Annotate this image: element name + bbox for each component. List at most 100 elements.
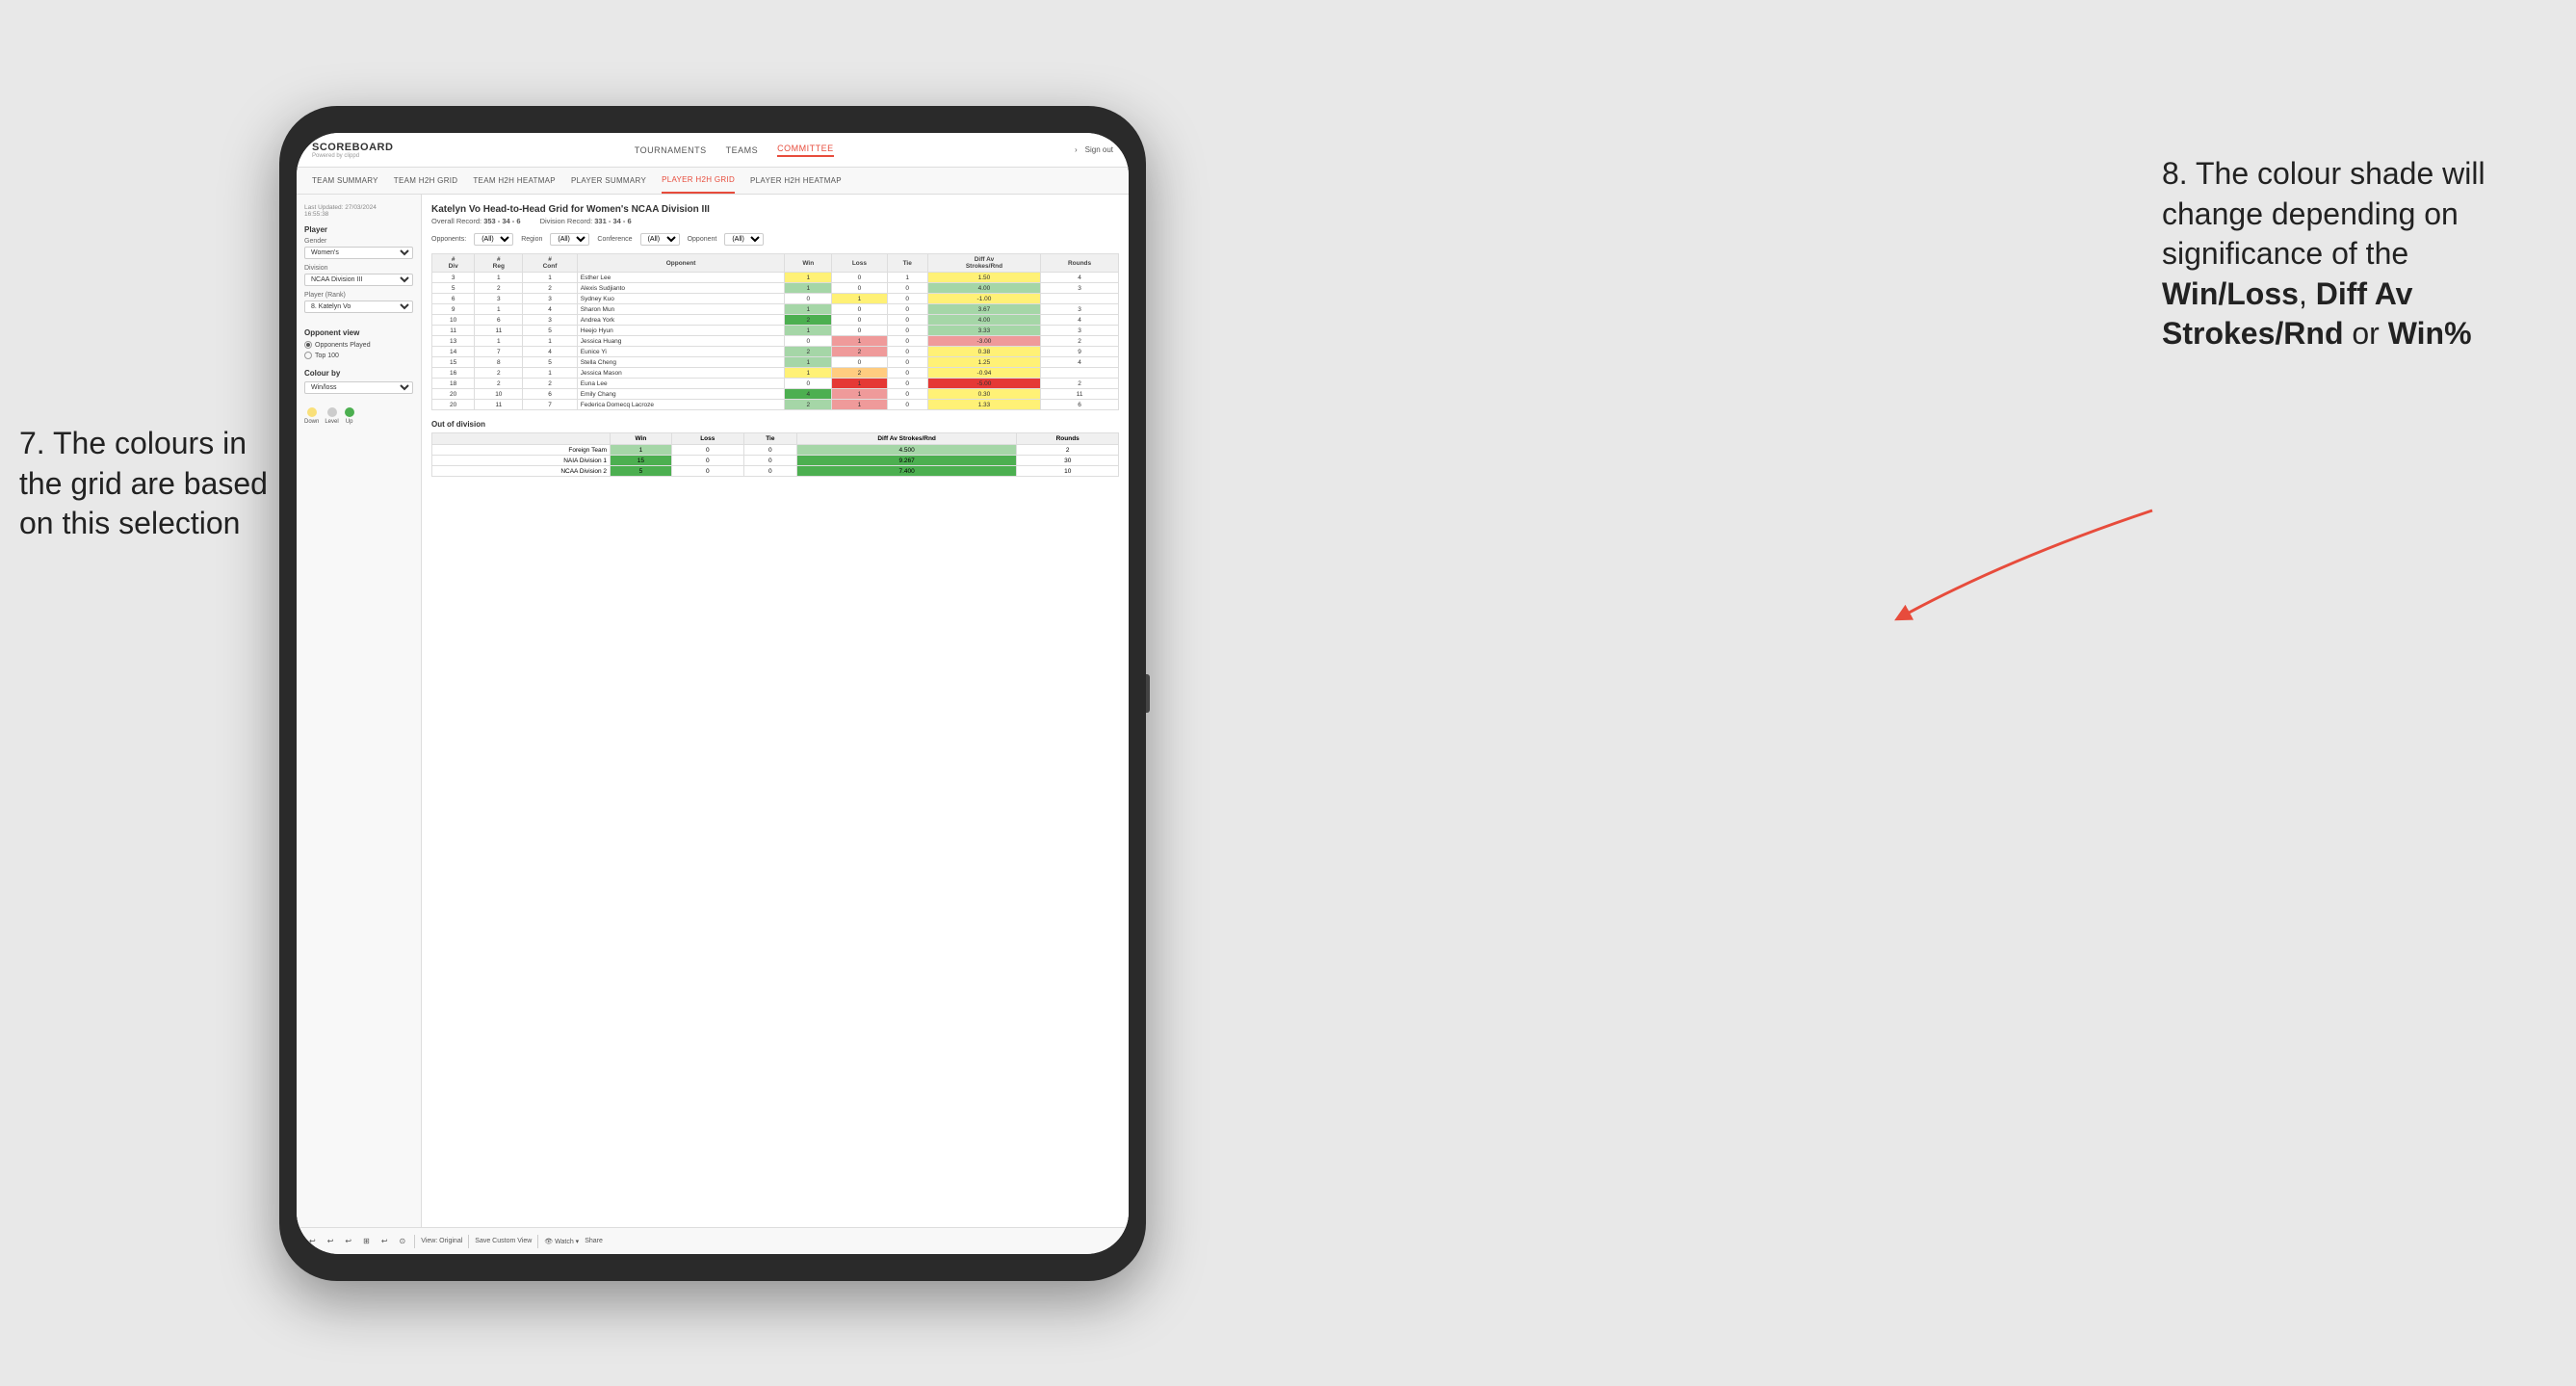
overall-record: Overall Record: 353 - 34 - 6: [431, 217, 521, 225]
table-row: 1621Jessica Mason120-0.94: [432, 368, 1119, 379]
sidebar-division-select[interactable]: NCAA Division III: [304, 274, 413, 286]
table-row: 20117Federica Domecq Lacroze2101.336: [432, 400, 1119, 410]
conference-select[interactable]: (All): [640, 233, 680, 246]
step-back-btn[interactable]: ↩: [342, 1236, 354, 1246]
records-row: Overall Record: 353 - 34 - 6 Division Re…: [431, 217, 1119, 225]
subnav-player-h2h-heatmap[interactable]: PLAYER H2H HEATMAP: [750, 168, 842, 194]
table-row: 633Sydney Kuo010-1.00: [432, 294, 1119, 304]
col-div: #Div: [432, 254, 475, 273]
col-conf: #Conf: [523, 254, 577, 273]
opponents-select[interactable]: (All): [474, 233, 513, 246]
opponent-filter-select[interactable]: (All): [724, 233, 764, 246]
filter-row: Opponents: (All) Region (All) Conference…: [431, 233, 1119, 246]
subnav-team-h2h-grid[interactable]: TEAM H2H GRID: [394, 168, 458, 194]
col-opponent: Opponent: [577, 254, 785, 273]
sidebar-timestamp: Last Updated: 27/03/2024 16:55:38: [304, 204, 413, 218]
app-header: SCOREBOARD Powered by clippd TOURNAMENTS…: [297, 133, 1129, 168]
save-custom-btn[interactable]: Save Custom View: [475, 1238, 532, 1244]
redo-btn[interactable]: ↩: [325, 1236, 337, 1246]
table-row: 11115Heejo Hyun1003.333: [432, 326, 1119, 336]
watch-btn[interactable]: 👁 Watch ▾: [544, 1238, 579, 1245]
sidebar-player-rank-select[interactable]: 8. Katelyn Vo: [304, 301, 413, 313]
table-row: 311Esther Lee1011.504: [432, 273, 1119, 283]
table-header-row: #Div #Reg #Conf Opponent Win Loss Tie Di…: [432, 254, 1119, 273]
legend-dot-level: [327, 407, 337, 417]
table-row: 522Alexis Sudjianto1004.003: [432, 283, 1119, 294]
opponent-filter-label: Opponent: [688, 236, 717, 243]
nav-tournaments[interactable]: TOURNAMENTS: [635, 145, 707, 155]
colour-by-section: Colour by Win/loss: [304, 369, 413, 400]
sidebar-gender-label: Gender: [304, 238, 413, 245]
nav-committee[interactable]: COMMITTEE: [777, 144, 834, 157]
radio-dot-played: [304, 341, 312, 349]
legend-dot-down: [307, 407, 317, 417]
subnav-team-summary[interactable]: TEAM SUMMARY: [312, 168, 378, 194]
arrow-right: [1892, 501, 2162, 626]
sidebar-division-label: Division: [304, 265, 413, 272]
table-row: 1063Andrea York2004.004: [432, 315, 1119, 326]
sign-out-link[interactable]: Sign out: [1085, 145, 1113, 154]
legend-down: Down: [304, 407, 319, 425]
undo-btn[interactable]: ↩: [306, 1236, 319, 1246]
sign-in-icon: ›: [1075, 145, 1078, 154]
tablet-screen: SCOREBOARD Powered by clippd TOURNAMENTS…: [297, 133, 1129, 1254]
sidebar-player-rank-label: Player (Rank): [304, 292, 413, 299]
col-win: Win: [785, 254, 832, 273]
table-row: 1311Jessica Huang010-3.002: [432, 336, 1119, 347]
sidebar-player-title: Player: [304, 225, 413, 234]
legend-up: Up: [345, 407, 354, 425]
tablet-button: [1146, 674, 1150, 713]
colour-by-select[interactable]: Win/loss: [304, 381, 413, 394]
region-select[interactable]: (All): [550, 233, 589, 246]
radio-top100[interactable]: Top 100: [304, 352, 413, 359]
opponent-view-section: Opponent view Opponents Played Top 100: [304, 328, 413, 359]
toolbar-divider-2: [468, 1235, 469, 1248]
main-content: Last Updated: 27/03/2024 16:55:38 Player…: [297, 195, 1129, 1227]
logo-area: SCOREBOARD Powered by clippd: [312, 142, 393, 159]
legend: Down Level Up: [304, 407, 413, 425]
subnav-team-h2h-heatmap[interactable]: TEAM H2H HEATMAP: [473, 168, 556, 194]
toolbar-divider-1: [414, 1235, 415, 1248]
logo: SCOREBOARD Powered by clippd: [312, 142, 393, 159]
annotation-right: 8. The colour shade will change dependin…: [2162, 154, 2547, 354]
view-original-btn[interactable]: View: Original: [421, 1238, 462, 1244]
legend-level: Level: [325, 407, 338, 425]
subnav-player-h2h-grid[interactable]: PLAYER H2H GRID: [662, 168, 735, 194]
col-loss: Loss: [832, 254, 887, 273]
radio-opponents-played[interactable]: Opponents Played: [304, 341, 413, 349]
col-diff: Diff AvStrokes/Rnd: [927, 254, 1040, 273]
legend-dot-up: [345, 407, 354, 417]
sidebar-gender-select[interactable]: Women's: [304, 247, 413, 259]
nav-links: TOURNAMENTS TEAMS COMMITTEE: [635, 144, 834, 157]
col-rounds: Rounds: [1041, 254, 1119, 273]
grid-title: Katelyn Vo Head-to-Head Grid for Women's…: [431, 204, 1119, 215]
table-row: 914Sharon Mun1003.673: [432, 304, 1119, 315]
toolbar-divider-3: [537, 1235, 538, 1248]
history-btn[interactable]: ⊙: [397, 1236, 409, 1246]
division-record: Division Record: 331 - 34 - 6: [540, 217, 632, 225]
copy-btn[interactable]: ⊞: [360, 1236, 373, 1246]
header-right: › Sign out: [1075, 145, 1113, 154]
out-of-div-row: NCAA Division 25007.40010: [432, 466, 1119, 477]
nav-teams[interactable]: TEAMS: [726, 145, 759, 155]
sidebar: Last Updated: 27/03/2024 16:55:38 Player…: [297, 195, 422, 1227]
sub-nav: TEAM SUMMARY TEAM H2H GRID TEAM H2H HEAT…: [297, 168, 1129, 195]
out-of-div-row: Foreign Team1004.5002: [432, 445, 1119, 456]
out-of-div-row: NAIA Division 115009.26730: [432, 456, 1119, 466]
content-area: Katelyn Vo Head-to-Head Grid for Women's…: [422, 195, 1129, 1227]
colour-by-title: Colour by: [304, 369, 413, 378]
table-row: 1474Eunice Yi2200.389: [432, 347, 1119, 357]
conference-label: Conference: [597, 236, 632, 243]
undo2-btn[interactable]: ↩: [378, 1236, 391, 1246]
bottom-toolbar: ↩ ↩ ↩ ⊞ ↩ ⊙ View: Original Save Custom V…: [297, 1227, 1129, 1254]
out-of-div-table: WinLossTieDiff Av Strokes/RndRoundsForei…: [431, 432, 1119, 477]
region-label: Region: [521, 236, 542, 243]
annotation-left: 7. The colours in the grid are based on …: [19, 424, 279, 544]
out-of-division-title: Out of division: [431, 420, 1119, 429]
subnav-player-summary[interactable]: PLAYER SUMMARY: [571, 168, 646, 194]
opponents-label: Opponents:: [431, 236, 466, 243]
opponent-view-title: Opponent view: [304, 328, 413, 337]
table-row: 20106Emily Chang4100.3011: [432, 389, 1119, 400]
share-btn[interactable]: Share: [585, 1238, 603, 1244]
table-row: 1585Stella Cheng1001.254: [432, 357, 1119, 368]
